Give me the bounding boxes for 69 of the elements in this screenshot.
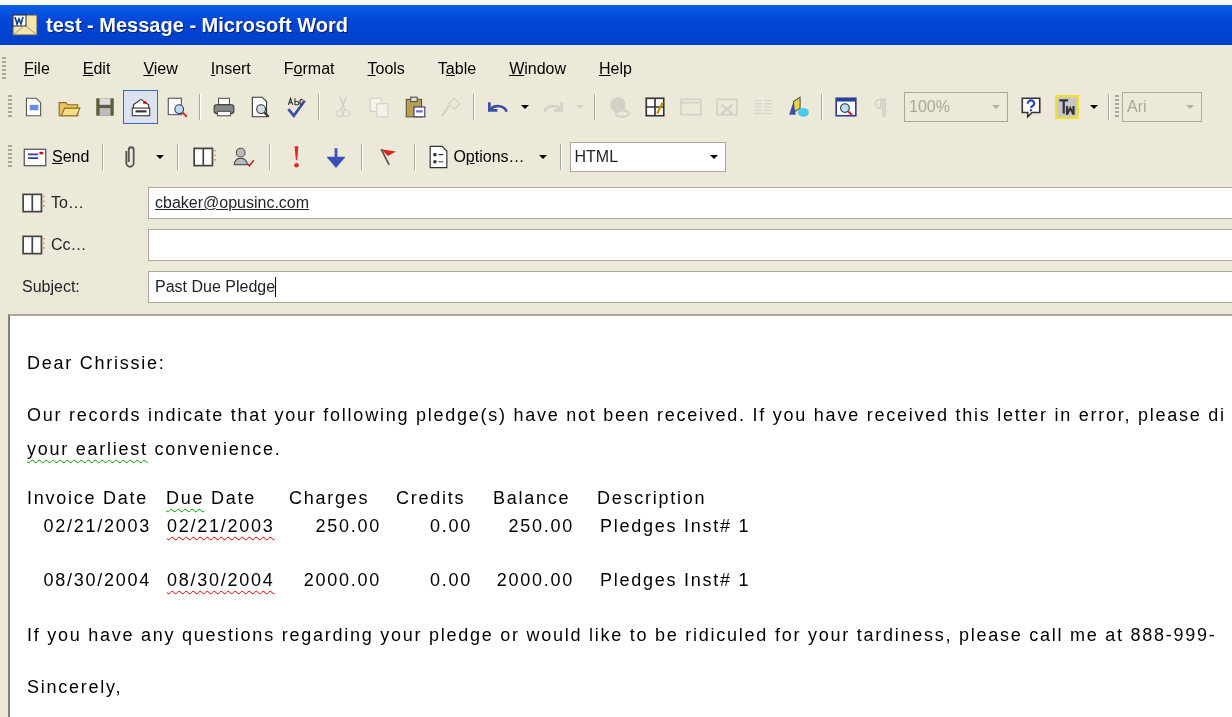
tm-icon bbox=[1054, 95, 1079, 119]
table-cell: 2000.00 bbox=[496, 570, 574, 590]
caret-icon bbox=[156, 155, 165, 159]
down-arrow-icon bbox=[326, 146, 345, 168]
person-icon bbox=[231, 145, 256, 169]
table-cell: 0.00 bbox=[429, 516, 472, 536]
column-header: Invoice Date bbox=[27, 488, 149, 508]
caret-icon bbox=[1090, 105, 1098, 109]
caret-icon bbox=[521, 105, 529, 109]
menu-item[interactable]: Help bbox=[583, 55, 648, 83]
menu-item[interactable]: Insert bbox=[194, 55, 267, 83]
text-line: your earliest convenience. bbox=[27, 438, 282, 461]
document-map-icon bbox=[833, 95, 858, 119]
send-envelope-icon bbox=[23, 147, 47, 167]
send-button[interactable]: Send bbox=[18, 140, 95, 174]
undo-icon bbox=[487, 101, 508, 113]
table-cell: 250.00 bbox=[315, 516, 381, 536]
table-cell: 08/30/2004 bbox=[167, 570, 275, 590]
table-cell: Pledges Inst# 1 bbox=[600, 516, 751, 536]
field-label: Subject: bbox=[22, 277, 80, 297]
table-icon bbox=[642, 95, 667, 119]
table-cell: 08/30/2004 bbox=[43, 570, 151, 590]
column-header: Due Date bbox=[166, 488, 257, 508]
address-button[interactable]: To… bbox=[51, 191, 84, 215]
address-button[interactable]: Cc… bbox=[51, 233, 87, 257]
text-line: Dear Chrissie: bbox=[27, 352, 166, 375]
text-line: If you have any questions regarding your pledge or would like to be ridiculed for your tardiness, please call me at 888-999- bbox=[27, 624, 1217, 647]
shapes-icon bbox=[786, 95, 811, 119]
text-line: Our records indicate that your following pledge(s) have not been received. If you have received this letter in error, please di bbox=[27, 404, 1226, 427]
address-book-icon bbox=[22, 235, 46, 255]
caret-icon bbox=[992, 105, 1000, 109]
column-header: Balance bbox=[493, 488, 571, 508]
menu-item[interactable]: Tools bbox=[351, 55, 421, 83]
app-icon bbox=[12, 13, 38, 37]
table-cell: Pledges Inst# 1 bbox=[600, 570, 751, 590]
menu-item[interactable]: View bbox=[127, 55, 194, 83]
table-cell: 02/21/2003 bbox=[167, 516, 275, 536]
email-button[interactable] bbox=[123, 90, 158, 124]
printer-icon bbox=[211, 95, 236, 119]
input-field[interactable]: cbaker@opusinc.com bbox=[148, 187, 1232, 219]
options-button[interactable]: Options… bbox=[424, 140, 530, 174]
text-line: Sincerely, bbox=[27, 676, 123, 699]
paperclip-icon bbox=[124, 146, 135, 168]
caret-icon bbox=[709, 155, 718, 159]
caret-icon bbox=[538, 155, 547, 159]
input-field[interactable]: Past Due Pledge bbox=[148, 271, 1232, 303]
format-dropdown[interactable]: HTML bbox=[569, 142, 726, 172]
column-header: Charges bbox=[289, 488, 370, 508]
column-header: Description bbox=[597, 488, 707, 508]
menu-item[interactable]: Edit bbox=[66, 55, 127, 83]
table-cell: 02/21/2003 bbox=[43, 516, 151, 536]
column-header: Credits bbox=[396, 488, 466, 508]
address-book-icon bbox=[22, 193, 46, 213]
redo-icon bbox=[542, 101, 563, 113]
table-cell: 250.00 bbox=[508, 516, 574, 536]
menu-item[interactable]: Window bbox=[493, 55, 583, 83]
address-book-icon bbox=[192, 147, 217, 167]
menu-item[interactable]: File bbox=[8, 55, 66, 83]
menu-item[interactable]: Format bbox=[267, 55, 351, 83]
options-icon bbox=[429, 145, 449, 169]
menu-item[interactable]: Table bbox=[421, 55, 493, 83]
caret-icon bbox=[1186, 105, 1194, 109]
flag-icon bbox=[380, 148, 398, 166]
window-title: test - Message - Microsoft Word bbox=[46, 13, 348, 38]
exclamation-icon bbox=[293, 145, 301, 169]
table-cell: 0.00 bbox=[429, 570, 472, 590]
input-field[interactable] bbox=[148, 229, 1232, 261]
help-icon bbox=[1018, 95, 1043, 119]
table-cell: 2000.00 bbox=[303, 570, 381, 590]
